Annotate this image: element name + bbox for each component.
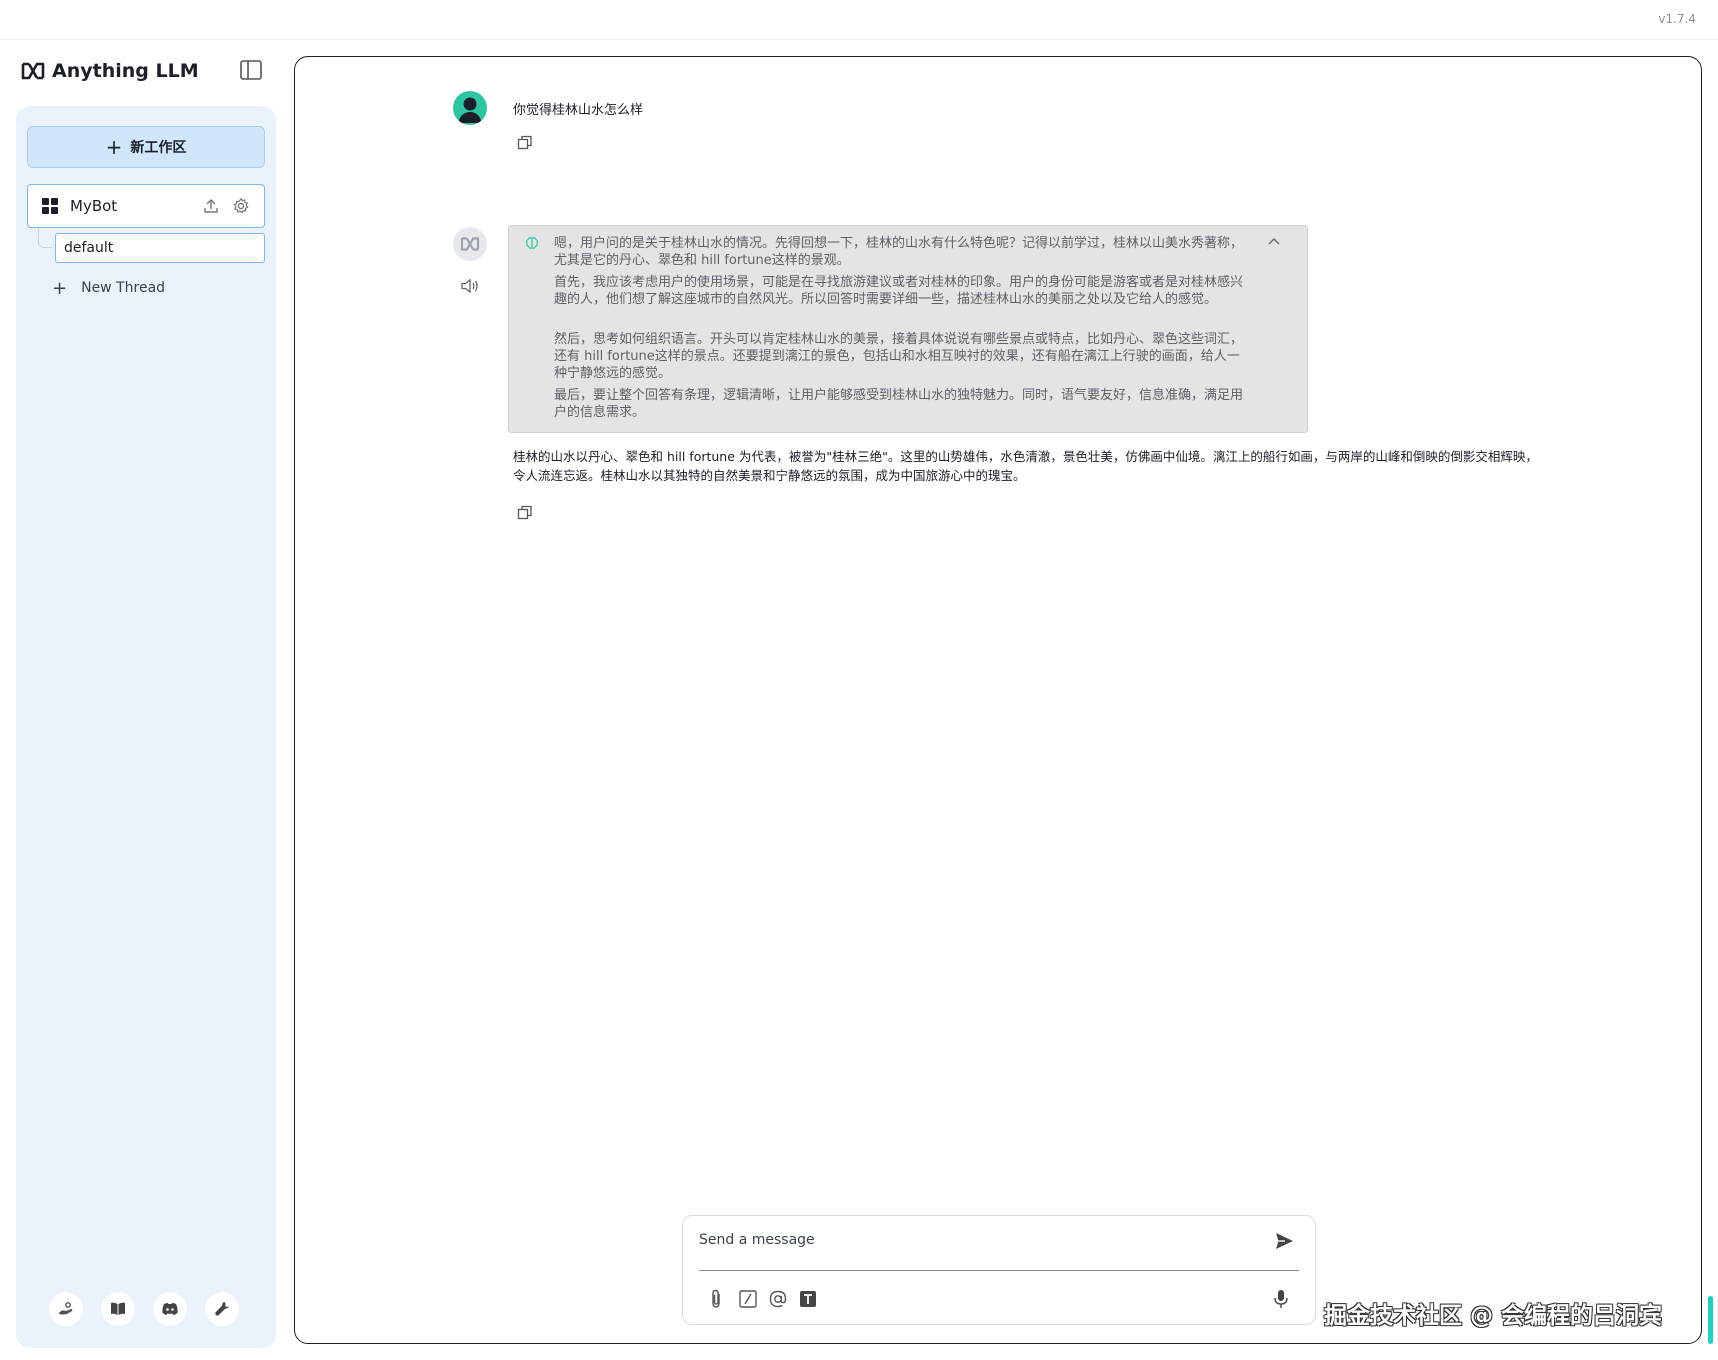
thought-panel: 嗯，用户问的是关于桂林山水的情况。先得回想一下，桂林的山水有什么特色呢？记得以前… bbox=[508, 225, 1308, 433]
sidebar-toggle-icon[interactable] bbox=[240, 60, 262, 80]
top-bar: v1.7.4 bbox=[0, 0, 1718, 40]
thought-paragraph: 然后，思考如何组织语言。开头可以肯定桂林山水的美景，接着具体说说有哪些景点或特点… bbox=[554, 332, 1244, 381]
copy-icon[interactable] bbox=[517, 505, 533, 521]
user-avatar-icon bbox=[458, 97, 482, 123]
microphone-icon[interactable] bbox=[1271, 1288, 1291, 1310]
assistant-message-text: 桂林的山水以丹心、翠色和 hill fortune 为代表，被誉为"桂林三绝"。… bbox=[513, 449, 1538, 483]
text-size-icon[interactable] bbox=[797, 1288, 819, 1310]
brain-icon bbox=[526, 237, 538, 249]
send-icon[interactable] bbox=[1273, 1230, 1295, 1252]
thought-paragraph: 首先，我应该考虑用户的使用场景，可能是在寻找旅游建议或者对桂林的印象。用户的身份… bbox=[554, 275, 1244, 307]
discord-icon bbox=[162, 1302, 178, 1315]
thread-connector bbox=[38, 228, 52, 248]
at-mention-icon[interactable] bbox=[767, 1288, 789, 1310]
anythingllm-logo-icon bbox=[21, 62, 45, 80]
plus-icon: + bbox=[52, 277, 68, 299]
message-composer bbox=[682, 1215, 1316, 1325]
brand-name: Anything LLM bbox=[52, 60, 199, 82]
anythingllm-logo-icon bbox=[460, 237, 480, 251]
settings-button[interactable] bbox=[205, 1292, 239, 1326]
user-avatar bbox=[453, 91, 487, 125]
upload-icon[interactable] bbox=[202, 197, 220, 215]
gear-icon[interactable] bbox=[232, 197, 250, 215]
plus-icon: + bbox=[105, 135, 123, 159]
thought-paragraph: 最后，要让整个回答有条理，逻辑清晰，让用户能够感受到桂林山水的独特魅力。同时，语… bbox=[554, 388, 1244, 420]
paperclip-icon[interactable] bbox=[705, 1288, 727, 1310]
docs-button[interactable] bbox=[101, 1292, 135, 1326]
scroll-indicator[interactable] bbox=[1708, 1296, 1713, 1344]
message-input[interactable] bbox=[699, 1226, 1259, 1254]
workspace-item-mybot[interactable]: MyBot bbox=[27, 184, 265, 228]
chevron-up-icon[interactable] bbox=[1267, 236, 1281, 246]
speaker-icon[interactable] bbox=[460, 277, 480, 295]
sidebar: + 新工作区 MyBot default + New Thread bbox=[16, 106, 276, 1348]
thread-item-default[interactable]: default bbox=[55, 233, 265, 263]
thread-label: default bbox=[64, 240, 114, 256]
sidebar-footer bbox=[49, 1292, 239, 1326]
community-hub-icon bbox=[59, 1302, 73, 1315]
user-message-text: 你觉得桂林山水怎么样 bbox=[513, 103, 644, 118]
copy-icon[interactable] bbox=[517, 135, 533, 151]
thought-paragraph: 嗯，用户问的是关于桂林山水的情况。先得回想一下，桂林的山水有什么特色呢？记得以前… bbox=[554, 236, 1244, 268]
watermark-text: 掘金技术社区 @ 会编程的吕洞宾 bbox=[1324, 1303, 1663, 1329]
new-workspace-button[interactable]: + 新工作区 bbox=[27, 126, 265, 168]
chat-panel: 你觉得桂林山水怎么样 嗯，用户问的是关于桂林山水的情况。先得回想一下，桂林的山水… bbox=[294, 56, 1702, 1344]
version-label: v1.7.4 bbox=[1658, 12, 1696, 26]
slash-command-icon[interactable] bbox=[737, 1288, 759, 1310]
new-thread-label: New Thread bbox=[81, 280, 166, 296]
discord-button[interactable] bbox=[153, 1292, 187, 1326]
docs-book-icon bbox=[111, 1302, 125, 1315]
community-hub-button[interactable] bbox=[49, 1292, 83, 1326]
composer-divider bbox=[699, 1270, 1299, 1271]
new-workspace-label: 新工作区 bbox=[130, 140, 187, 156]
new-thread-button[interactable]: + New Thread bbox=[52, 276, 165, 300]
wrench-icon bbox=[215, 1302, 229, 1316]
brand-logo: Anything LLM bbox=[20, 56, 199, 86]
workspace-grid-icon bbox=[42, 198, 58, 214]
assistant-avatar bbox=[453, 227, 487, 261]
workspace-name: MyBot bbox=[70, 197, 118, 215]
